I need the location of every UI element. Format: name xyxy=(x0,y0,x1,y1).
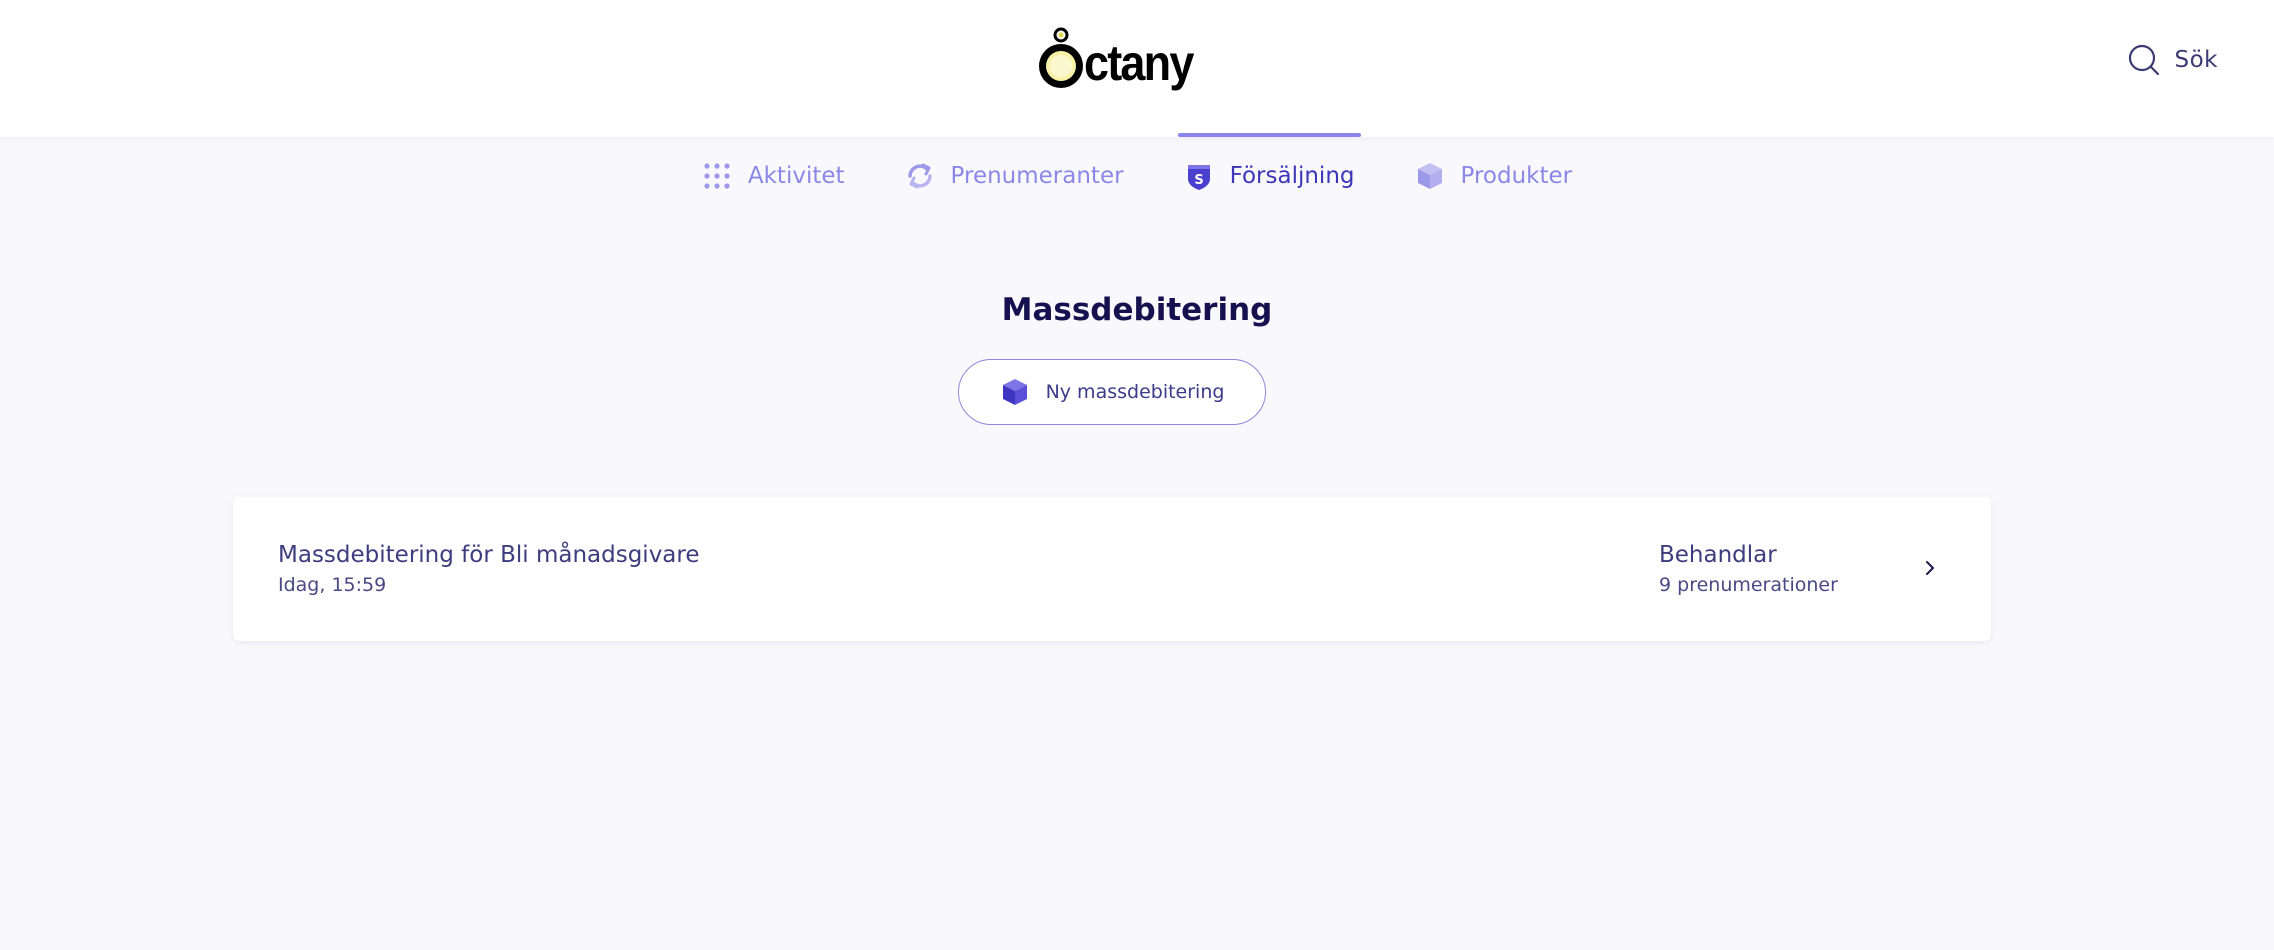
list-item[interactable]: Massdebitering för Bli månadsgivare Idag… xyxy=(233,497,1991,641)
tab-label: Prenumeranter xyxy=(950,163,1124,189)
logo-mark-icon xyxy=(1039,27,1083,88)
refresh-icon xyxy=(907,163,932,189)
shield-dollar-icon: S xyxy=(1187,165,1210,190)
grid-dots-icon xyxy=(704,163,730,189)
tab-label: Aktivitet xyxy=(747,163,845,189)
top-bar: ctany Sök xyxy=(0,0,2274,137)
tab-prenumeranter[interactable]: Prenumeranter xyxy=(899,133,1130,219)
octany-logo[interactable]: ctany xyxy=(1034,26,1205,92)
list-item-date: Idag, 15:59 xyxy=(278,574,387,596)
svg-text:S: S xyxy=(1194,173,1203,188)
new-button-label: Ny massdebitering xyxy=(1045,381,1225,403)
tab-produkter[interactable]: Produkter xyxy=(1409,133,1579,219)
list-item-count: 9 prenumerationer xyxy=(1659,574,1838,596)
chevron-right-icon xyxy=(1926,561,1934,575)
tab-label: Försäljning xyxy=(1229,163,1355,189)
tab-label: Produkter xyxy=(1460,163,1573,189)
search-icon xyxy=(2128,44,2159,76)
tab-aktivitet[interactable]: Aktivitet xyxy=(696,133,851,219)
new-mass-charge-button[interactable]: Ny massdebitering xyxy=(958,359,1266,425)
main-tabs: Aktivitet Prenumeranter S Försäljning Pr… xyxy=(0,133,2274,223)
list-item-name: Massdebitering för Bli månadsgivare xyxy=(278,542,700,568)
logo-text: ctany xyxy=(1084,35,1194,91)
box-icon xyxy=(1002,379,1027,405)
list-item-status: Behandlar xyxy=(1659,542,1777,568)
page-title: Massdebitering xyxy=(1001,292,1273,328)
tab-forsaljning[interactable]: S Försäljning xyxy=(1177,133,1361,219)
search-button[interactable]: Sök xyxy=(2127,42,2219,78)
search-label: Sök xyxy=(2174,47,2218,73)
box-icon xyxy=(1417,163,1442,189)
